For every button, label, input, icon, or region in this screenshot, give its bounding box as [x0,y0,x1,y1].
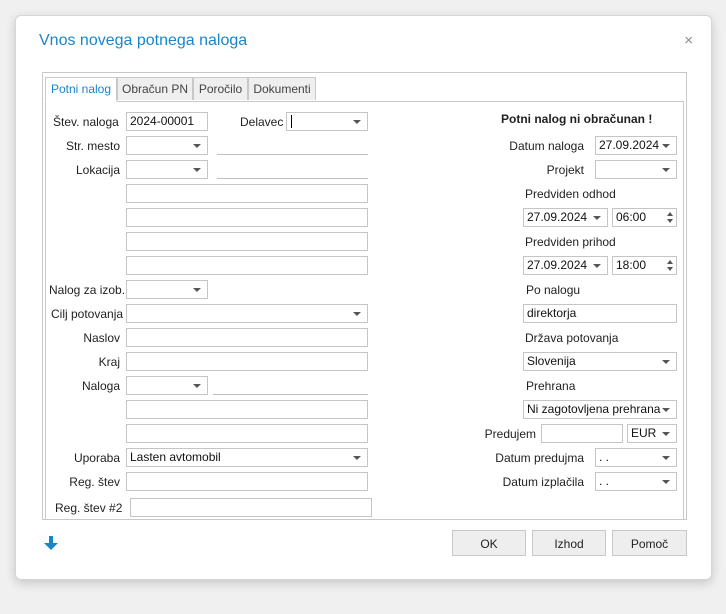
lokacija-select[interactable] [126,160,208,179]
odhod-time-spinner[interactable]: 06:00 [612,208,677,227]
naslov-label: Naslov [83,331,120,345]
izhod-button[interactable]: Izhod [532,530,606,556]
reg-stev2-label: Reg. štev #2 [55,501,123,515]
datum-naloga-label: Datum naloga [509,139,584,153]
address-line-1[interactable] [126,184,368,203]
dialog-title: Vnos novega potnega naloga [39,32,248,49]
cilj-potovanja-label: Cilj potovanja [51,307,124,321]
delavec-label: Delavec [240,115,284,129]
naloga-line-1[interactable] [126,400,368,419]
odhod-time-value: 06:00 [616,210,647,224]
time-spin-icon[interactable] [664,257,676,274]
projekt-select[interactable] [595,160,677,179]
prihod-time-value: 18:00 [616,258,647,272]
status-text: Potni nalog ni obračunan ! [501,112,653,126]
arrow-down-icon[interactable] [44,535,58,551]
ok-button[interactable]: OK [452,530,526,556]
currency-select[interactable]: EUR [627,424,677,443]
prihod-time-spinner[interactable]: 18:00 [612,256,677,275]
reg-stev2-input[interactable] [130,498,372,517]
po-nalogu-label: Po nalogu [526,283,581,297]
predviden-prihod-label: Predviden prihod [525,235,616,249]
datum-naloga-select[interactable]: 27.09.2024 [595,136,677,155]
lokacija-label: Lokacija [75,163,120,177]
odhod-date-select[interactable]: 27.09.2024 [523,208,608,227]
naloga-select[interactable] [126,376,208,395]
address-line-4[interactable] [126,256,368,275]
naloga-description [213,394,368,395]
close-icon[interactable]: × [684,32,693,49]
datum-predujma-label: Datum predujma [495,451,584,465]
nalog-za-izob-select[interactable] [126,280,208,299]
time-spin-icon[interactable] [664,209,676,226]
prehrana-select[interactable]: Ni zagotovljena prehrana [523,400,677,419]
form-content: Štev. naloga 2024-00001 Delavec Str. mes… [45,101,684,519]
projekt-label: Projekt [546,163,584,177]
datum-izplacila-select[interactable]: . . [595,472,677,491]
tab-panel: Potni nalog Obračun PN Poročilo Dokument… [42,72,687,520]
datum-izplacila-label: Datum izplačila [502,475,584,489]
prihod-date-select[interactable]: 27.09.2024 [523,256,608,275]
naloga-label: Naloga [81,379,120,393]
reg-stev-label: Reg. štev [69,475,120,489]
address-line-3[interactable] [126,232,368,251]
tab-dokumenti[interactable]: Dokumenti [248,77,316,100]
naloga-line-2[interactable] [126,424,368,443]
str-mesto-select[interactable] [126,136,208,155]
reg-stev-input[interactable] [126,472,368,491]
text-cursor [291,115,292,129]
lokacija-description [217,178,368,179]
address-line-2[interactable] [126,208,368,227]
travel-order-dialog: Vnos novega potnega naloga × Potni nalog… [15,15,712,580]
nalog-za-izob-label: Nalog za izob. [49,283,126,297]
kraj-label: Kraj [98,355,120,369]
delavec-select[interactable] [286,112,368,131]
predujem-label: Predujem [484,427,536,441]
tab-potni-nalog[interactable]: Potni nalog [45,77,117,102]
prehrana-label: Prehrana [526,379,576,393]
tab-porocilo[interactable]: Poročilo [193,77,248,100]
predujem-input[interactable] [541,424,623,443]
predviden-odhod-label: Predviden odhod [525,187,616,201]
datum-predujma-select[interactable]: . . [595,448,677,467]
tab-obracun-pn[interactable]: Obračun PN [117,77,193,100]
drzava-select[interactable]: Slovenija [523,352,677,371]
po-nalogu-input[interactable]: direktorja [523,304,677,323]
str-mesto-label: Str. mesto [65,139,120,153]
kraj-input[interactable] [126,352,368,371]
pomoc-button[interactable]: Pomoč [612,530,687,556]
naslov-input[interactable] [126,328,368,347]
stev-naloga-input[interactable]: 2024-00001 [126,112,208,131]
stev-naloga-label: Štev. naloga [53,115,119,129]
uporaba-select[interactable]: Lasten avtomobil [126,448,368,467]
cilj-potovanja-select[interactable] [126,304,368,323]
uporaba-label: Uporaba [73,451,120,465]
drzava-label: Država potovanja [525,331,619,345]
str-mesto-description [217,154,368,155]
